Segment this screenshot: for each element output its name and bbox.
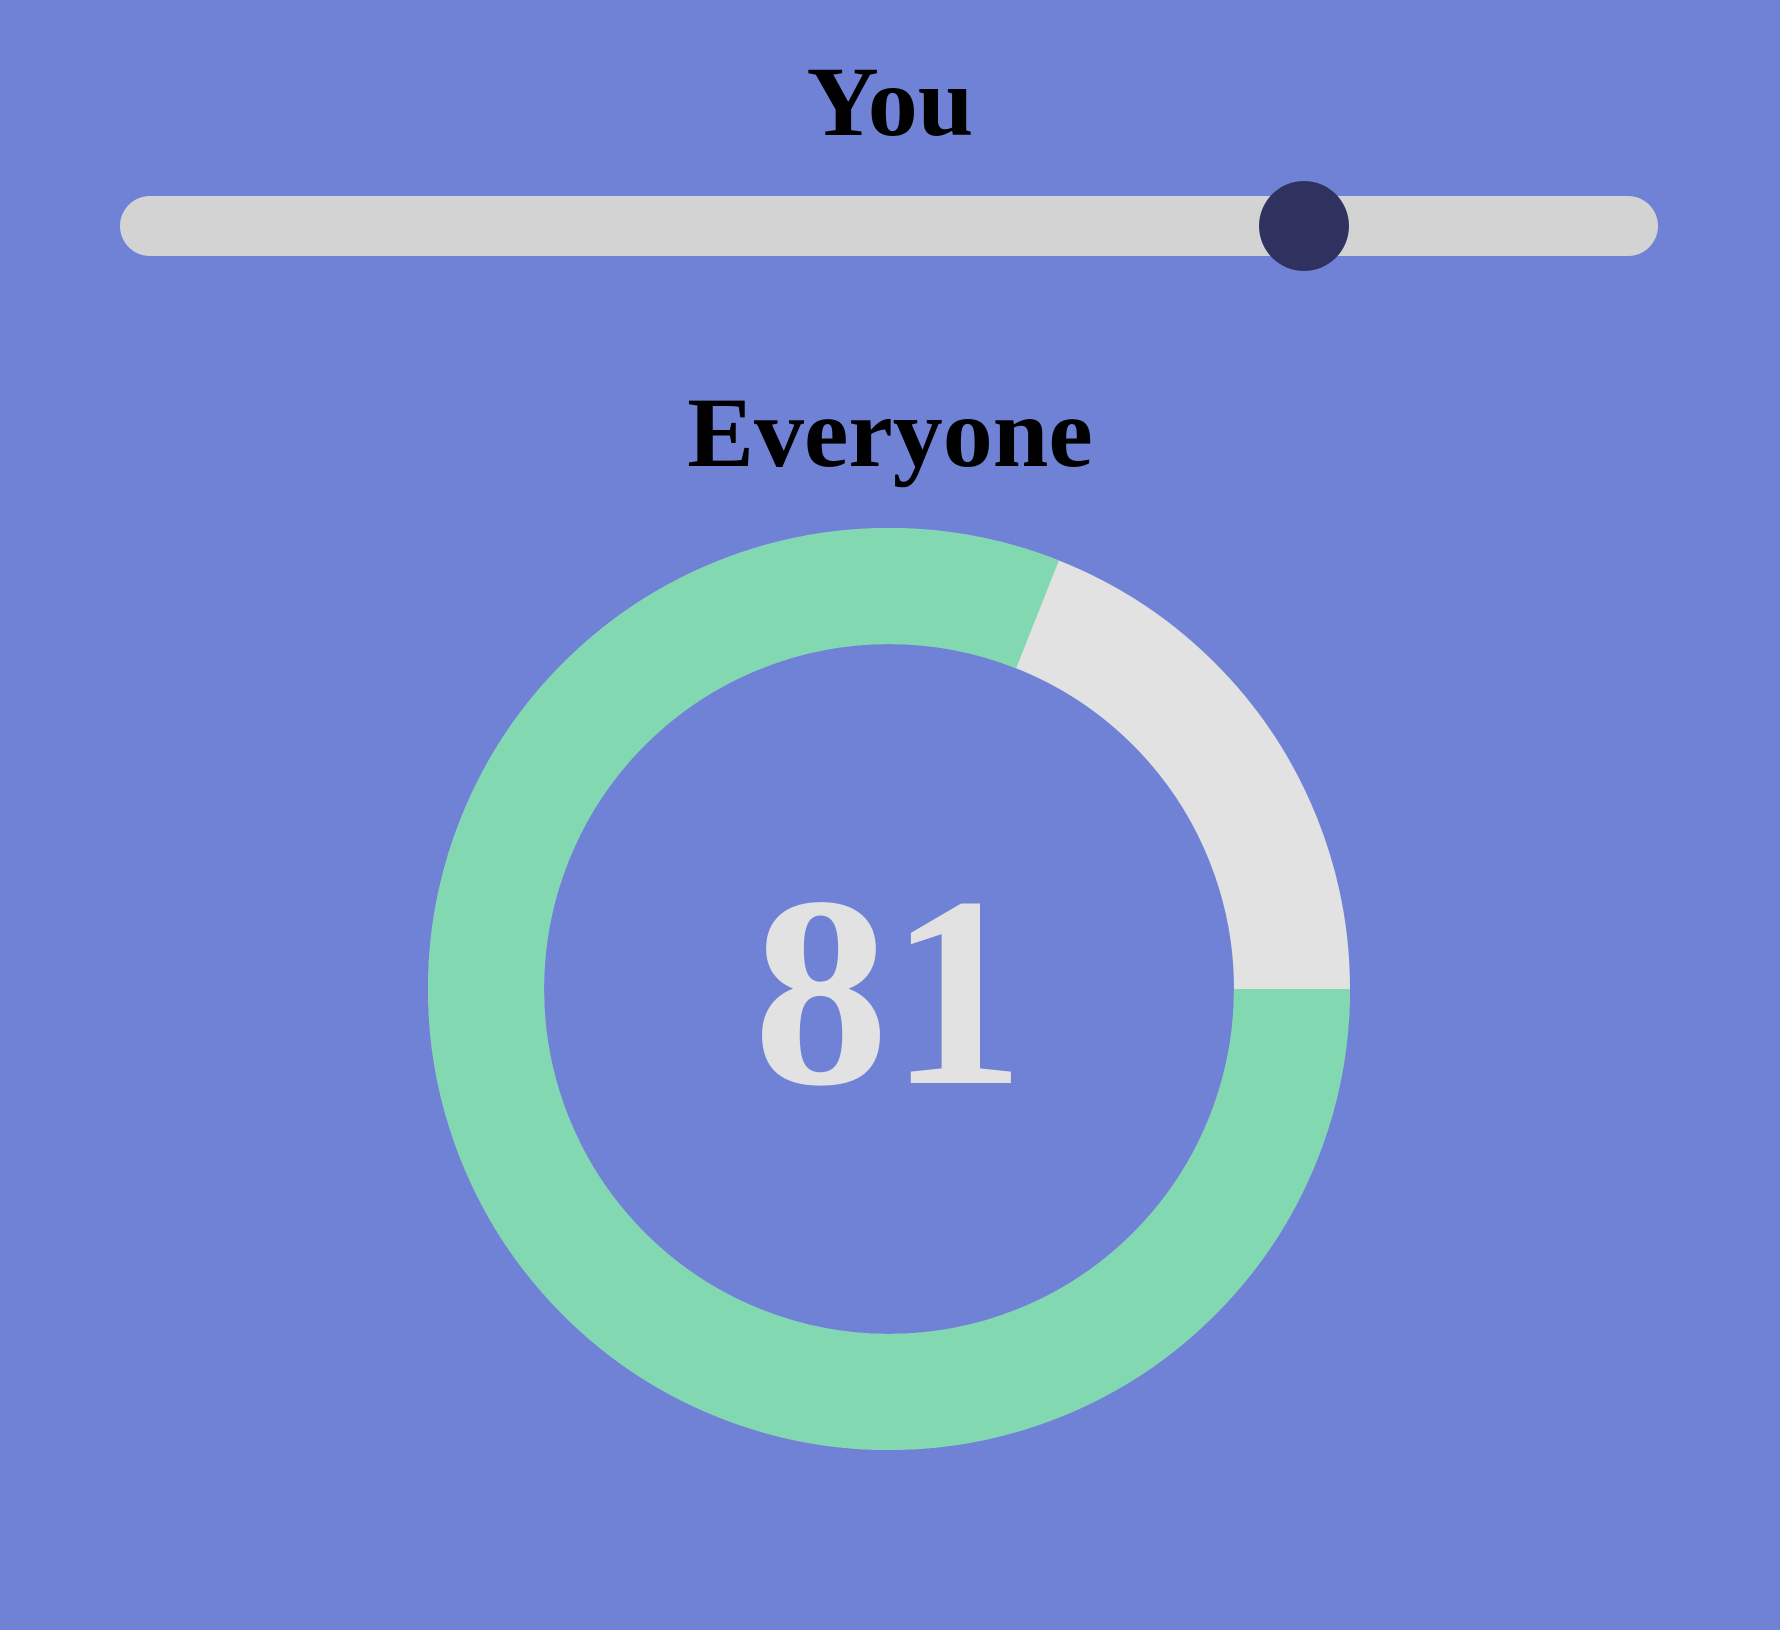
slider-track[interactable] (120, 196, 1658, 256)
slider-thumb[interactable] (1259, 181, 1350, 271)
everyone-score-value: 81 (753, 841, 1025, 1142)
everyone-heading: Everyone (687, 377, 1093, 488)
you-heading: You (806, 46, 974, 157)
everyone-donut-chart: 81 (428, 528, 1350, 1450)
you-slider[interactable] (120, 181, 1658, 271)
